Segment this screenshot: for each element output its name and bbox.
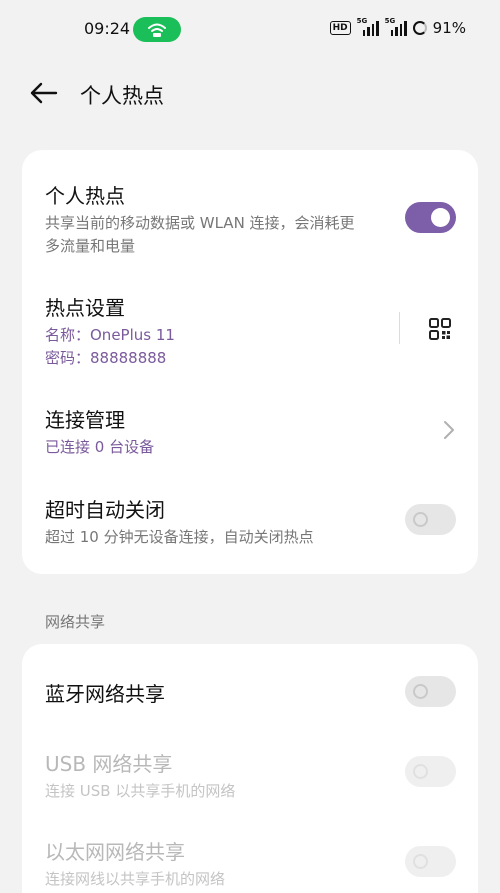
personal-hotspot-description-line1: 共享当前的移动数据或 WLAN 连接，会消耗更 xyxy=(45,214,355,232)
page-title: 个人热点 xyxy=(80,84,164,108)
connection-management-row[interactable]: 连接管理 已连接 0 台设备 xyxy=(22,390,478,462)
network-sharing-section-label: 网络共享 xyxy=(45,613,106,631)
signal-strength-icon: 5G xyxy=(357,17,379,36)
usb-sharing-row[interactable]: USB 网络共享 连接 USB 以共享手机的网络 xyxy=(22,736,478,822)
status-time: 09:24 xyxy=(84,19,131,38)
chevron-right-icon xyxy=(444,421,454,439)
arrow-left-icon xyxy=(30,82,58,104)
bluetooth-sharing-title: 蓝牙网络共享 xyxy=(45,682,165,706)
qr-code-icon xyxy=(429,318,451,340)
ethernet-sharing-toggle[interactable] xyxy=(405,846,456,877)
ethernet-sharing-row[interactable]: 以太网网络共享 连接网线以共享手机的网络 xyxy=(22,822,478,893)
network-sharing-card: 蓝牙网络共享 USB 网络共享 连接 USB 以共享手机的网络 以太网网络共享 … xyxy=(22,644,478,893)
usb-sharing-title: USB 网络共享 xyxy=(45,752,173,776)
qr-code-button[interactable] xyxy=(428,317,452,341)
personal-hotspot-toggle[interactable] xyxy=(405,202,456,233)
hotspot-wifi-icon xyxy=(148,23,166,37)
bluetooth-sharing-row[interactable]: 蓝牙网络共享 xyxy=(22,644,478,736)
personal-hotspot-title: 个人热点 xyxy=(45,184,125,208)
hotspot-status-pill[interactable] xyxy=(133,17,181,42)
connected-devices-count: 已连接 0 台设备 xyxy=(45,438,155,456)
auto-off-toggle[interactable] xyxy=(405,504,456,535)
hotspot-settings-card: 个人热点 共享当前的移动数据或 WLAN 连接，会消耗更 多流量和电量 热点设置… xyxy=(22,150,478,574)
vertical-divider xyxy=(399,312,400,344)
auto-off-title: 超时自动关闭 xyxy=(45,498,165,522)
connection-management-title: 连接管理 xyxy=(45,408,125,432)
personal-hotspot-description-line2: 多流量和电量 xyxy=(45,237,136,255)
hotspot-settings-row[interactable]: 热点设置 名称：OnePlus 11 密码：88888888 xyxy=(22,278,478,372)
bluetooth-sharing-toggle[interactable] xyxy=(405,676,456,707)
status-icons: HD 5G 5G 91% xyxy=(329,17,466,37)
toggle-knob xyxy=(413,512,428,527)
personal-hotspot-row[interactable]: 个人热点 共享当前的移动数据或 WLAN 连接，会消耗更 多流量和电量 xyxy=(22,150,478,262)
signal-strength-icon: 5G xyxy=(385,17,407,36)
auto-off-row[interactable]: 超时自动关闭 超过 10 分钟无设备连接，自动关闭热点 xyxy=(22,480,478,552)
hd-voice-icon: HD xyxy=(329,21,351,35)
toggle-knob xyxy=(431,208,450,227)
ethernet-sharing-title: 以太网网络共享 xyxy=(45,840,185,864)
header: 个人热点 xyxy=(0,72,500,116)
toggle-knob xyxy=(413,764,428,779)
battery-level: 91% xyxy=(432,19,466,37)
ethernet-sharing-description: 连接网线以共享手机的网络 xyxy=(45,870,226,888)
status-bar: 09:24 HD 5G 5G 91% xyxy=(0,0,500,60)
hotspot-name: 名称：OnePlus 11 xyxy=(45,326,175,344)
hotspot-password: 密码：88888888 xyxy=(45,349,167,367)
toggle-knob xyxy=(413,854,428,869)
battery-icon xyxy=(412,21,427,35)
usb-sharing-description: 连接 USB 以共享手机的网络 xyxy=(45,782,236,800)
usb-sharing-toggle[interactable] xyxy=(405,756,456,787)
toggle-knob xyxy=(413,684,428,699)
hotspot-settings-title: 热点设置 xyxy=(45,296,125,320)
back-button[interactable] xyxy=(26,78,62,108)
auto-off-description: 超过 10 分钟无设备连接，自动关闭热点 xyxy=(45,528,314,546)
